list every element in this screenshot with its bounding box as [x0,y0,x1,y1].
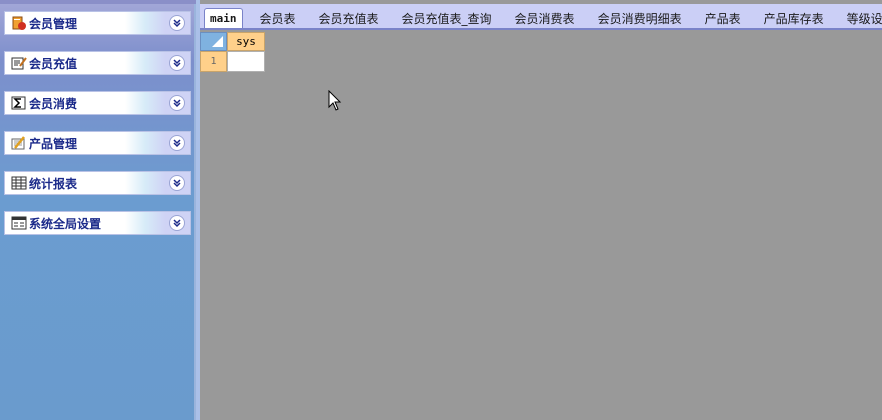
chevron-down-icon[interactable] [169,15,185,31]
nav-label: 统计报表 [29,176,78,191]
table-grid-icon [11,176,27,190]
tab-member-recharge-query[interactable]: 会员充值表_查询 [402,8,492,28]
form-window-icon [11,216,27,230]
tab-main[interactable]: main [204,8,243,28]
tab-member-consumption-table[interactable]: 会员消费表 [515,8,575,28]
nav-group-member-consumption[interactable]: 会员消费 [4,91,191,115]
main-workspace: sys 1 [200,30,882,420]
edit-note-icon [11,56,27,70]
grid-column-header[interactable]: sys [227,32,265,51]
tab-row: main 会员表 会员充值表 会员充值表_查询 会员消费表 会员消费明细表 产品… [200,4,882,28]
tab-member-recharge-table[interactable]: 会员充值表 [319,8,379,28]
chevron-down-icon[interactable] [169,135,185,151]
chevron-down-icon[interactable] [169,95,185,111]
sidebar-panel: 会员管理 会员充值 会员消费 产品管理 统计报表 系统全局设置 [0,0,196,420]
tab-level-settings[interactable]: 等级设 [847,8,882,28]
nav-label: 产品管理 [29,136,78,151]
document-tab-bar: main 会员表 会员充值表 会员充值表_查询 会员消费表 会员消费明细表 产品… [200,4,882,30]
pencil-ruler-icon [11,136,27,150]
nav-group-member-management[interactable]: 会员管理 [4,11,191,35]
nav-group-statistics-reports[interactable]: 统计报表 [4,171,191,195]
nav-label: 系统全局设置 [29,216,102,231]
nav-label: 会员消费 [29,96,78,111]
member-manage-icon [11,16,27,30]
tab-member-table[interactable]: 会员表 [260,8,296,28]
nav-group-member-recharge[interactable]: 会员充值 [4,51,191,75]
nav-label: 会员充值 [29,56,78,71]
nav-group-system-settings[interactable]: 系统全局设置 [4,211,191,235]
grid-cell[interactable] [227,51,265,72]
grid-row-header[interactable]: 1 [200,51,227,72]
chevron-down-icon[interactable] [169,175,185,191]
sigma-icon [11,96,27,110]
tab-member-consumption-detail[interactable]: 会员消费明细表 [598,8,682,28]
tab-product-table[interactable]: 产品表 [705,8,741,28]
tab-product-inventory[interactable]: 产品库存表 [764,8,824,28]
mouse-pointer-icon [328,89,342,116]
nav-label: 会员管理 [29,16,78,31]
sidebar-top-border [0,0,196,4]
chevron-down-icon[interactable] [169,215,185,231]
grid-select-all-corner[interactable] [200,32,227,51]
chevron-down-icon[interactable] [169,55,185,71]
nav-group-product-management[interactable]: 产品管理 [4,131,191,155]
